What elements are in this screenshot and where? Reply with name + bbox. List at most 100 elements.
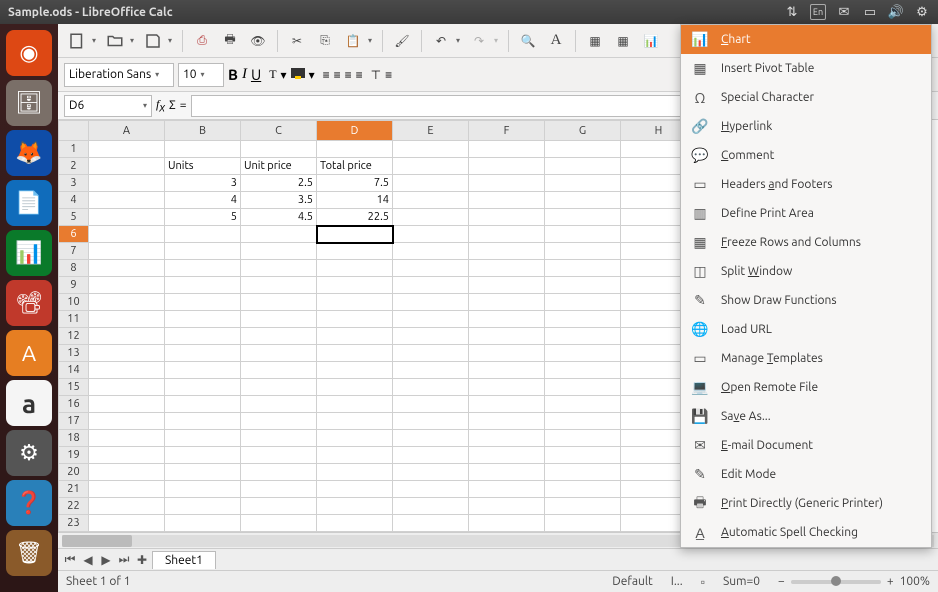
cell-E20[interactable] bbox=[393, 464, 469, 481]
cell-F9[interactable] bbox=[469, 277, 545, 294]
cell-D18[interactable] bbox=[317, 430, 393, 447]
cell-D6[interactable] bbox=[317, 226, 393, 243]
row-header-9[interactable]: 9 bbox=[59, 277, 89, 294]
cell-C6[interactable] bbox=[241, 226, 317, 243]
cell-G21[interactable] bbox=[545, 481, 621, 498]
cell-F24[interactable] bbox=[469, 532, 545, 533]
cell-D7[interactable] bbox=[317, 243, 393, 260]
chevron-down-icon[interactable]: ▾ bbox=[281, 68, 287, 82]
equals-button[interactable]: = bbox=[180, 99, 187, 112]
cell-A5[interactable] bbox=[89, 209, 165, 226]
cell-B14[interactable] bbox=[165, 362, 241, 379]
cell-B19[interactable] bbox=[165, 447, 241, 464]
cell-G18[interactable] bbox=[545, 430, 621, 447]
cell-D15[interactable] bbox=[317, 379, 393, 396]
cell-E16[interactable] bbox=[393, 396, 469, 413]
cell-C18[interactable] bbox=[241, 430, 317, 447]
cell-G10[interactable] bbox=[545, 294, 621, 311]
cell-C21[interactable] bbox=[241, 481, 317, 498]
cell-C23[interactable] bbox=[241, 515, 317, 532]
row-header-13[interactable]: 13 bbox=[59, 345, 89, 362]
cell-D9[interactable] bbox=[317, 277, 393, 294]
menu-item-edit-mode[interactable]: ✎Edit Mode bbox=[681, 460, 931, 489]
row-header-17[interactable]: 17 bbox=[59, 413, 89, 430]
cell-D14[interactable] bbox=[317, 362, 393, 379]
mail-icon[interactable]: ✉ bbox=[836, 4, 852, 20]
cell-F22[interactable] bbox=[469, 498, 545, 515]
cell-F7[interactable] bbox=[469, 243, 545, 260]
align-center-button[interactable]: ≡ bbox=[334, 68, 341, 82]
cell-B7[interactable] bbox=[165, 243, 241, 260]
menu-item-open-remote-file[interactable]: 💻Open Remote File bbox=[681, 373, 931, 402]
cell-D10[interactable] bbox=[317, 294, 393, 311]
row-header-20[interactable]: 20 bbox=[59, 464, 89, 481]
cell-E13[interactable] bbox=[393, 345, 469, 362]
undo-button[interactable]: ↶ bbox=[428, 28, 454, 54]
cell-A9[interactable] bbox=[89, 277, 165, 294]
cell-G3[interactable] bbox=[545, 175, 621, 192]
cell-D1[interactable] bbox=[317, 141, 393, 158]
cell-A16[interactable] bbox=[89, 396, 165, 413]
italic-button[interactable]: I bbox=[242, 66, 247, 83]
cell-G24[interactable] bbox=[545, 532, 621, 533]
function-wizard-button[interactable]: fx bbox=[156, 97, 165, 114]
cell-C22[interactable] bbox=[241, 498, 317, 515]
launcher-ubuntu[interactable]: ◉ bbox=[6, 30, 52, 76]
chevron-down-icon[interactable]: ▾ bbox=[130, 36, 138, 45]
tab-first-button[interactable]: ⏮ bbox=[62, 553, 78, 567]
cell-B2[interactable]: Units bbox=[165, 158, 241, 175]
cell-D19[interactable] bbox=[317, 447, 393, 464]
cell-A14[interactable] bbox=[89, 362, 165, 379]
launcher-firefox[interactable]: 🦊 bbox=[6, 130, 52, 176]
gear-icon[interactable]: ⚙ bbox=[914, 4, 930, 20]
status-insert[interactable]: I... bbox=[671, 575, 683, 588]
row-header-6[interactable]: 6 bbox=[59, 226, 89, 243]
cell-E22[interactable] bbox=[393, 498, 469, 515]
menu-item-manage-templates[interactable]: ▭Manage Templates bbox=[681, 344, 931, 373]
grid1-button[interactable]: ▦ bbox=[582, 28, 608, 54]
underline-button[interactable]: U bbox=[251, 66, 261, 83]
menu-item-headers-and-footers[interactable]: ▭Headers and Footers bbox=[681, 170, 931, 199]
row-header-2[interactable]: 2 bbox=[59, 158, 89, 175]
cell-C24[interactable] bbox=[241, 532, 317, 533]
cell-B6[interactable] bbox=[165, 226, 241, 243]
cell-G7[interactable] bbox=[545, 243, 621, 260]
cell-G15[interactable] bbox=[545, 379, 621, 396]
cell-F3[interactable] bbox=[469, 175, 545, 192]
cell-D2[interactable]: Total price bbox=[317, 158, 393, 175]
find-button[interactable]: 🔍 bbox=[515, 28, 541, 54]
cell-D20[interactable] bbox=[317, 464, 393, 481]
cell-B5[interactable]: 5 bbox=[165, 209, 241, 226]
cell-B20[interactable] bbox=[165, 464, 241, 481]
row-header-14[interactable]: 14 bbox=[59, 362, 89, 379]
cell-E23[interactable] bbox=[393, 515, 469, 532]
col-header-B[interactable]: B bbox=[165, 121, 241, 141]
copy-button[interactable]: ⎘ bbox=[312, 28, 338, 54]
cell-G20[interactable] bbox=[545, 464, 621, 481]
cell-G22[interactable] bbox=[545, 498, 621, 515]
cell-D24[interactable] bbox=[317, 532, 393, 533]
cell-G1[interactable] bbox=[545, 141, 621, 158]
format-paint-button[interactable]: 🖌 bbox=[389, 28, 415, 54]
menu-item-automatic-spell-checking[interactable]: A̲Automatic Spell Checking bbox=[681, 518, 931, 547]
cell-D12[interactable] bbox=[317, 328, 393, 345]
preview-button[interactable]: 👁 bbox=[245, 28, 271, 54]
row-header-3[interactable]: 3 bbox=[59, 175, 89, 192]
cell-A3[interactable] bbox=[89, 175, 165, 192]
row-header-1[interactable]: 1 bbox=[59, 141, 89, 158]
cell-C8[interactable] bbox=[241, 260, 317, 277]
paste-button[interactable]: 📋 bbox=[340, 28, 366, 54]
tab-prev-button[interactable]: ◀ bbox=[80, 553, 96, 567]
cell-C9[interactable] bbox=[241, 277, 317, 294]
cell-C16[interactable] bbox=[241, 396, 317, 413]
cell-G14[interactable] bbox=[545, 362, 621, 379]
cell-G4[interactable] bbox=[545, 192, 621, 209]
zoom-in-icon[interactable]: + bbox=[887, 575, 894, 588]
cell-F13[interactable] bbox=[469, 345, 545, 362]
menu-item-freeze-rows-and-columns[interactable]: ▦Freeze Rows and Columns bbox=[681, 228, 931, 257]
cell-E1[interactable] bbox=[393, 141, 469, 158]
cell-F21[interactable] bbox=[469, 481, 545, 498]
cell-C17[interactable] bbox=[241, 413, 317, 430]
row-header-4[interactable]: 4 bbox=[59, 192, 89, 209]
cell-F19[interactable] bbox=[469, 447, 545, 464]
